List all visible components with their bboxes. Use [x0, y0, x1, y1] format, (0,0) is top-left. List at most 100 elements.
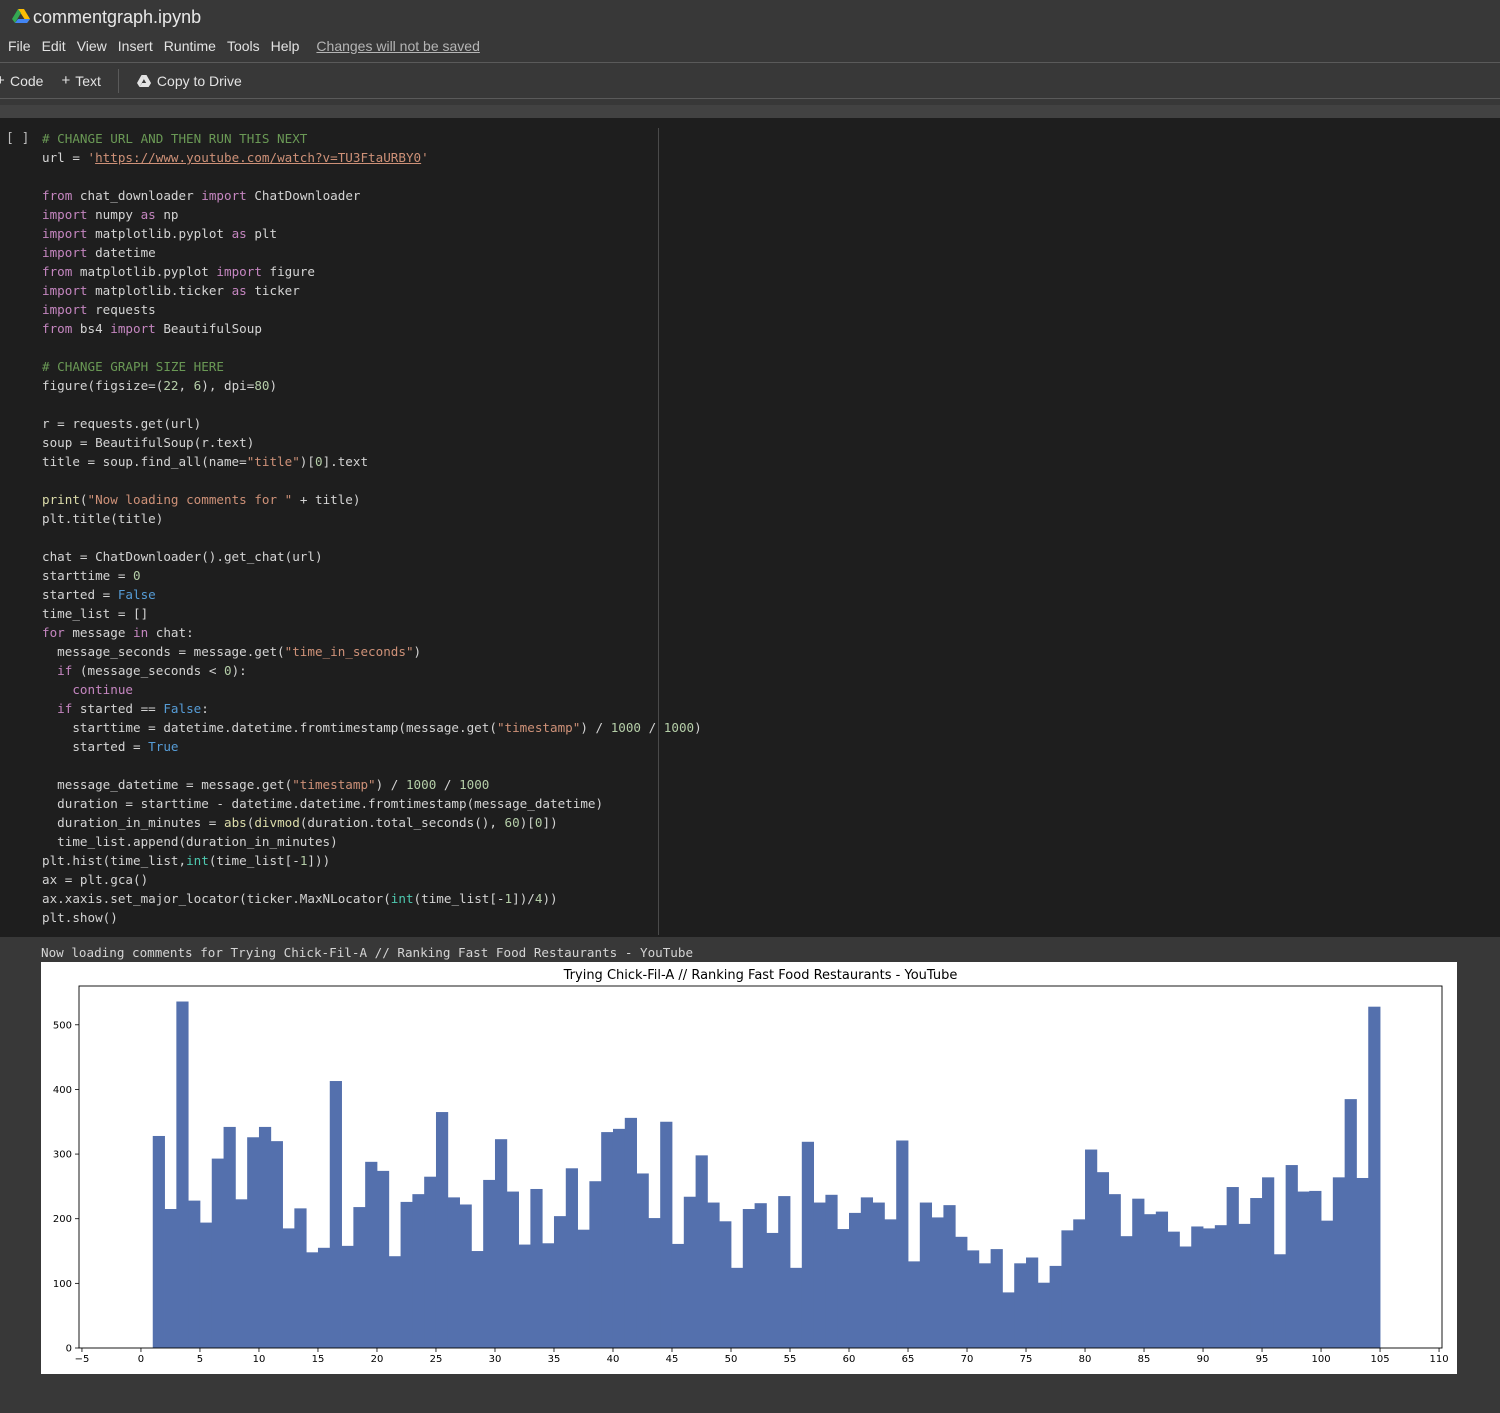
histogram-bar — [553, 1216, 567, 1348]
y-tick-label: 200 — [53, 1214, 72, 1225]
menu-help[interactable]: Help — [270, 38, 301, 54]
code-token: starttime = datetime.datetime.fromtimest… — [42, 720, 497, 735]
x-tick-label: 25 — [430, 1354, 443, 1365]
add-code-label: Code — [10, 72, 44, 89]
x-tick-label: 30 — [489, 1354, 502, 1365]
code-token: as — [231, 226, 247, 241]
copy-to-drive-button[interactable]: Copy to Drive — [136, 73, 242, 89]
histogram-bar — [801, 1141, 815, 1348]
histogram-bar — [247, 1137, 260, 1348]
histogram-bar — [1132, 1198, 1145, 1348]
histogram-bar — [1262, 1177, 1275, 1348]
x-tick-label: 90 — [1197, 1354, 1210, 1365]
code-token: time_list.append(duration_in_minutes) — [42, 834, 338, 849]
code-line: from matplotlib.pyplot import figure — [42, 262, 702, 281]
code-token: )[ — [519, 815, 535, 830]
code-line: import requests — [42, 300, 702, 319]
menu-tools[interactable]: Tools — [226, 38, 261, 54]
code-token: 1000 — [663, 720, 695, 735]
changes-not-saved-link[interactable]: Changes will not be saved — [316, 38, 479, 54]
cell-separator — [0, 105, 1500, 118]
x-tick-label: 110 — [1430, 1354, 1449, 1365]
code-token: plt.hist(time_list, — [42, 853, 187, 868]
code-line: import matplotlib.pyplot as plt — [42, 224, 702, 243]
histogram-chart: Trying Chick-Fil-A // Ranking Fast Food … — [53, 968, 1449, 1365]
x-tick-label: 35 — [548, 1354, 561, 1365]
drive-icon — [136, 74, 151, 87]
code-editor[interactable]: # CHANGE URL AND THEN RUN THIS NEXT url =… — [42, 129, 702, 927]
code-token: started = — [42, 587, 118, 602]
histogram-bar — [1167, 1231, 1180, 1348]
code-token: ])) — [307, 853, 331, 868]
code-token: False — [117, 587, 156, 602]
notebook-title[interactable]: commentgraph.ipynb — [33, 7, 201, 28]
code-token: ].text — [322, 454, 369, 469]
code-token: duration = starttime - datetime.datetime… — [42, 796, 604, 811]
menu-view[interactable]: View — [76, 38, 108, 54]
code-token: (time_list[- — [413, 891, 505, 906]
histogram-bar — [636, 1173, 649, 1348]
code-token: as — [231, 283, 247, 298]
y-tick-label: 400 — [53, 1085, 72, 1096]
histogram-bar — [494, 1139, 508, 1348]
code-line: plt.hist(time_list,int(time_list[-1])) — [42, 851, 702, 870]
code-token: matplotlib.pyplot — [72, 264, 217, 279]
code-line: duration = starttime - datetime.datetime… — [42, 794, 702, 813]
code-token: "title" — [246, 454, 300, 469]
histogram-bar — [152, 1135, 165, 1348]
colab-drive-logo-icon — [12, 9, 30, 23]
histogram-bar — [931, 1217, 944, 1348]
code-token: divmod — [254, 815, 300, 830]
add-text-button[interactable]: + Text — [61, 72, 100, 89]
histogram-bar — [1226, 1187, 1239, 1348]
histogram-bar — [754, 1203, 767, 1348]
histogram-bar — [707, 1202, 720, 1348]
histogram-bar — [612, 1128, 626, 1348]
menu-edit[interactable]: Edit — [41, 38, 67, 54]
menu-file[interactable]: File — [7, 38, 32, 54]
histogram-bar — [353, 1207, 366, 1348]
plus-icon: + — [61, 72, 71, 89]
histogram-bar — [1356, 1177, 1369, 1348]
histogram-bar — [199, 1222, 213, 1348]
menu-bar: File Edit View Insert Runtime Tools Help… — [0, 37, 480, 55]
code-token: datetime — [87, 245, 156, 260]
code-token: / — [641, 720, 664, 735]
code-line: plt.show() — [42, 908, 702, 927]
code-token: int — [186, 853, 209, 868]
code-token: https://www.youtube.com/watch?v=TU3FtaUR… — [95, 150, 422, 165]
code-line: if (message_seconds < 0): — [42, 661, 702, 680]
code-token: ) / — [580, 720, 611, 735]
histogram-bar — [424, 1176, 437, 1348]
run-cell-button[interactable]: [ ] — [6, 131, 29, 146]
histogram-bar — [164, 1209, 177, 1348]
x-tick-label: 65 — [902, 1354, 915, 1365]
histogram-bar — [447, 1197, 460, 1348]
code-line: figure(figsize=(22, 6), dpi=80) — [42, 376, 702, 395]
code-token: figure — [261, 264, 315, 279]
menu-runtime[interactable]: Runtime — [163, 38, 217, 54]
add-code-button[interactable]: + Code — [0, 72, 43, 89]
toolbar: + Code + Text Copy to Drive — [0, 62, 1500, 99]
code-line: import datetime — [42, 243, 702, 262]
code-token: 0 — [133, 568, 141, 583]
code-cell[interactable]: [ ] # CHANGE URL AND THEN RUN THIS NEXT u… — [0, 118, 1500, 937]
code-token: "timestamp" — [496, 720, 581, 735]
x-tick-label: 20 — [371, 1354, 384, 1365]
code-token: ( — [79, 492, 88, 507]
code-token: False — [163, 701, 202, 716]
y-tick-label: 100 — [53, 1279, 72, 1290]
code-token: "Now loading comments for " — [87, 492, 293, 507]
histogram-bar — [483, 1179, 496, 1348]
code-token: url = — [42, 150, 88, 165]
histogram-bar — [908, 1261, 921, 1348]
histogram-bar — [624, 1117, 637, 1348]
menu-insert[interactable]: Insert — [117, 38, 154, 54]
histogram-bar — [412, 1194, 425, 1348]
code-line: chat = ChatDownloader().get_chat(url) — [42, 547, 702, 566]
histogram-bar — [518, 1244, 531, 1348]
code-line: soup = BeautifulSoup(r.text) — [42, 433, 702, 452]
code-token: r = requests.get(url) — [42, 416, 202, 431]
